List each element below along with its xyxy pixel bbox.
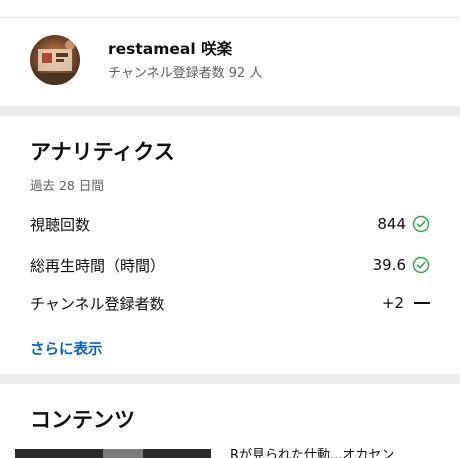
dash-icon [414,302,430,304]
check-icon [412,256,430,274]
section-divider [0,106,460,116]
metric-value: 844 [377,215,406,233]
content-title[interactable]: Rが見られた仕動...オカセン [230,448,445,458]
metric-label: 視聴回数 [30,215,91,234]
metric-row-watch-time: 総再生時間（時間） 39.6 [30,250,430,280]
channel-avatar[interactable] [30,35,80,85]
content-thumbnail[interactable] [15,449,211,458]
analytics-period: 過去 28 日間 [30,178,104,193]
check-icon [412,215,430,233]
analytics-title: アナリティクス [30,140,175,164]
channel-header[interactable]: restameal 咲楽 チャンネル登録者数 92 人 [0,18,460,102]
metric-value: 39.6 [372,256,406,274]
channel-name[interactable]: restameal 咲楽 [108,39,262,59]
metric-label: チャンネル登録者数 [30,294,165,313]
metric-row-subscribers: チャンネル登録者数 +2 [30,288,430,318]
contents-title: コンテンツ [30,408,135,432]
metric-row-views: 視聴回数 844 [30,209,430,239]
subscriber-count: チャンネル登録者数 92 人 [108,65,263,81]
top-strip [0,0,460,18]
metric-label: 総再生時間（時間） [30,256,166,275]
metric-value: +2 [381,294,404,312]
analytics-card: アナリティクス 過去 28 日間 視聴回数 844 総再生時間（時間） 39.6… [0,116,460,382]
show-more-link[interactable]: さらに表示 [30,340,103,360]
section-divider [0,374,460,384]
